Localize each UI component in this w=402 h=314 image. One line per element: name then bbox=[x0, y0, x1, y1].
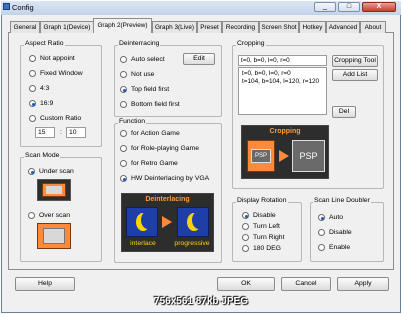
radio-rotation-disable[interactable] bbox=[242, 212, 249, 219]
scan-mode-label: Scan Mode bbox=[24, 152, 61, 159]
minimize-button[interactable]: _ bbox=[314, 2, 336, 12]
option-label: Turn Right bbox=[253, 234, 285, 241]
interlace-caption: interlace bbox=[130, 240, 156, 247]
radio-custom-ratio[interactable] bbox=[29, 115, 36, 122]
radio-bottom-field-first[interactable] bbox=[120, 101, 127, 108]
tab-graph2-preview[interactable]: Graph 2(Preview) bbox=[93, 18, 152, 33]
option-label: Top field first bbox=[131, 86, 170, 93]
radio-fixed-window[interactable] bbox=[29, 70, 36, 77]
radio-not-appoint[interactable] bbox=[29, 55, 36, 62]
option-label: Disable bbox=[329, 229, 352, 236]
deinterlacing-image-title: Deinterlacing bbox=[145, 196, 190, 203]
tab-hotkey[interactable]: Hotkey bbox=[299, 21, 326, 33]
ok-button[interactable]: OK bbox=[217, 277, 275, 291]
interlace-image bbox=[126, 207, 158, 237]
cropping-tool-button[interactable]: Cropping Tool bbox=[332, 55, 378, 67]
radio-top-field-first[interactable] bbox=[120, 86, 127, 93]
radio-role-playing-game[interactable] bbox=[120, 145, 127, 152]
arrow-right-icon bbox=[279, 150, 289, 162]
option-label: Not use bbox=[131, 71, 155, 78]
under-scan-preview bbox=[37, 179, 71, 201]
option-label: Enable bbox=[329, 244, 351, 251]
option-label: Not appoint bbox=[40, 55, 75, 62]
radio-4-3[interactable] bbox=[29, 85, 36, 92]
radio-hw-deinterlacing-vga[interactable] bbox=[120, 175, 127, 182]
option-label: Turn Left bbox=[253, 223, 280, 230]
display-rotation-group bbox=[232, 202, 302, 262]
option-label: for Retro Game bbox=[131, 160, 178, 167]
option-label: Custom Ratio bbox=[40, 115, 82, 122]
radio-turn-left[interactable] bbox=[242, 223, 249, 230]
radio-action-game[interactable] bbox=[120, 130, 127, 137]
scan-line-doubler-label: Scan Line Doubler bbox=[313, 197, 371, 204]
option-label: 4:3 bbox=[40, 85, 50, 92]
option-label: Disable bbox=[253, 212, 276, 219]
tab-advanced[interactable]: Advanced bbox=[326, 21, 360, 33]
list-item[interactable]: t=104, b=104, l=120, r=120 bbox=[242, 78, 323, 86]
psp-large-image: PSP bbox=[292, 140, 325, 172]
option-label: Under scan bbox=[39, 168, 74, 175]
app-icon bbox=[3, 3, 10, 10]
close-button[interactable]: X bbox=[362, 2, 396, 12]
arrow-right-icon bbox=[162, 216, 172, 228]
radio-scanline-auto[interactable] bbox=[318, 214, 325, 221]
cropping-image-title: Cropping bbox=[269, 128, 301, 135]
option-label: 16:9 bbox=[40, 100, 54, 107]
radio-retro-game[interactable] bbox=[120, 160, 127, 167]
radio-over-scan[interactable] bbox=[28, 212, 35, 219]
aspect-ratio-label: Aspect Ratio bbox=[24, 40, 65, 47]
cropping-label: Cropping bbox=[236, 40, 266, 47]
maximize-button[interactable]: □ bbox=[338, 2, 360, 12]
help-button[interactable]: Help bbox=[15, 277, 75, 291]
radio-turn-right[interactable] bbox=[242, 234, 249, 241]
radio-scanline-disable[interactable] bbox=[318, 229, 325, 236]
tab-general[interactable]: General bbox=[10, 21, 40, 33]
function-label: Function bbox=[118, 118, 147, 125]
tab-screen-shot[interactable]: Screen Shot bbox=[259, 21, 299, 33]
psp-small-image: PSP bbox=[247, 140, 275, 172]
cropping-list[interactable]: t=0, b=0, l=0, r=0 t=104, b=104, l=120, … bbox=[238, 67, 327, 115]
apply-button[interactable]: Apply bbox=[337, 277, 389, 291]
cropping-input[interactable]: t=0, b=0, l=0, r=0 bbox=[238, 55, 327, 66]
option-label: HW Deinterlacing by VGA bbox=[131, 175, 210, 182]
cancel-button[interactable]: Cancel bbox=[281, 277, 331, 291]
tab-graph1-device[interactable]: Graph 1(Device) bbox=[40, 21, 94, 33]
option-label: Bottom field first bbox=[131, 101, 180, 108]
option-label: Auto select bbox=[131, 56, 165, 63]
radio-180-deg[interactable] bbox=[242, 245, 249, 252]
progressive-caption: progressive bbox=[174, 240, 210, 247]
cropping-illustration: Cropping PSP PSP bbox=[241, 125, 329, 179]
ratio-separator: : bbox=[60, 129, 62, 136]
add-list-button[interactable]: Add List bbox=[332, 69, 378, 81]
deinterlacing-illustration: Deinterlacing interlace progressive bbox=[121, 193, 214, 252]
delete-button[interactable]: Del bbox=[332, 106, 356, 118]
progressive-image bbox=[177, 207, 209, 237]
option-label: for Role-playing Game bbox=[131, 145, 199, 152]
option-label: 180 DEG bbox=[253, 245, 281, 252]
display-rotation-label: Display Rotation bbox=[236, 197, 288, 204]
radio-scanline-enable[interactable] bbox=[318, 244, 325, 251]
radio-under-scan[interactable] bbox=[28, 168, 35, 175]
radio-not-use[interactable] bbox=[120, 71, 127, 78]
over-scan-preview bbox=[37, 223, 71, 249]
list-item[interactable]: t=0, b=0, l=0, r=0 bbox=[242, 70, 323, 78]
option-label: Over scan bbox=[39, 212, 70, 219]
radio-auto-select[interactable] bbox=[120, 56, 127, 63]
tab-graph3-live[interactable]: Graph 3(Live) bbox=[152, 21, 197, 33]
image-size-watermark: 756x561 87kb JPEG bbox=[154, 296, 248, 307]
option-label: Auto bbox=[329, 214, 343, 221]
custom-ratio-height-input[interactable]: 10 bbox=[66, 127, 86, 138]
radio-16-9[interactable] bbox=[29, 100, 36, 107]
window-title: Config bbox=[12, 3, 34, 12]
option-label: for Action Game bbox=[131, 130, 180, 137]
edit-button[interactable]: Edit bbox=[183, 53, 215, 65]
tab-preset[interactable]: Preset bbox=[197, 21, 222, 33]
custom-ratio-width-input[interactable]: 15 bbox=[35, 127, 55, 138]
option-label: Fixed Window bbox=[40, 70, 83, 77]
deinterlacing-label: Deinterracing bbox=[118, 40, 161, 47]
tab-recording[interactable]: Recording bbox=[222, 21, 259, 33]
tab-about[interactable]: About bbox=[360, 21, 386, 33]
